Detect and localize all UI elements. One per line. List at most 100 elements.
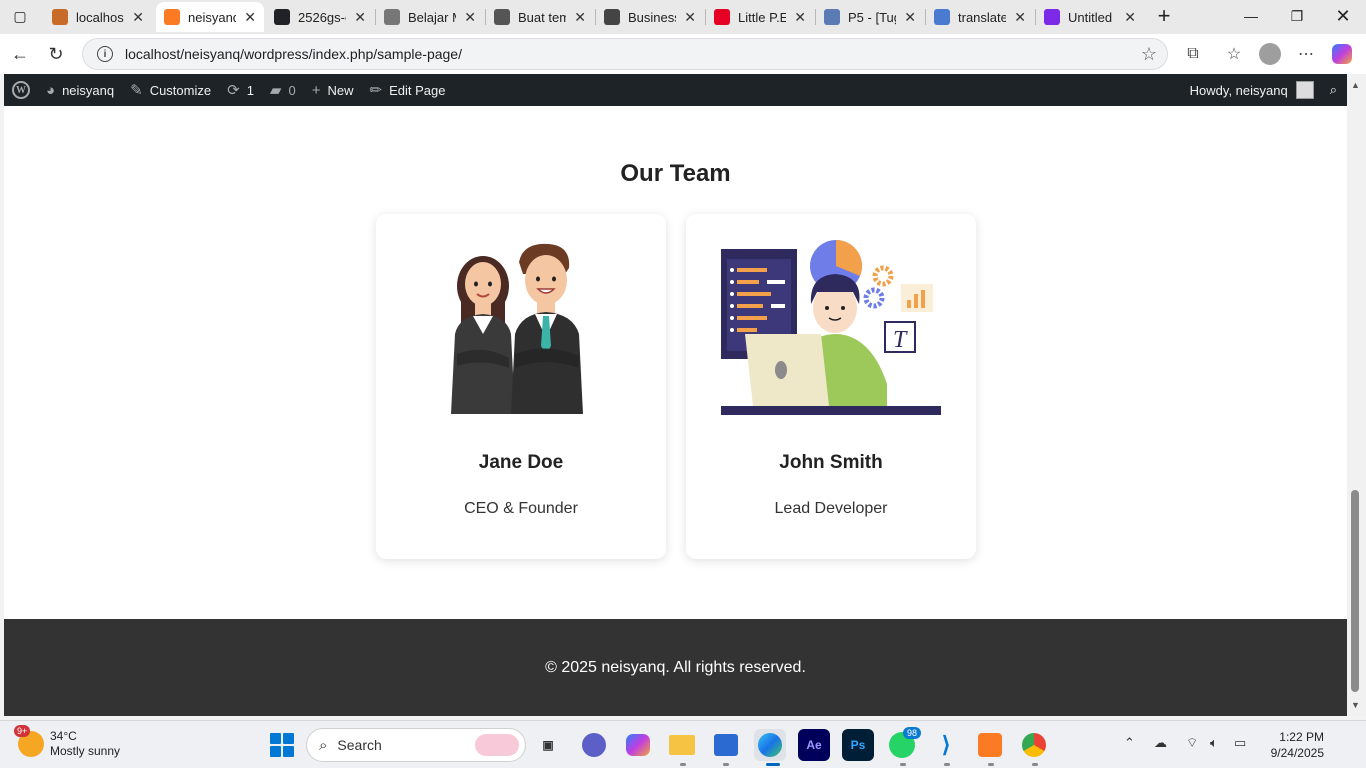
tab-close-icon[interactable]: ✕ <box>464 9 476 26</box>
copilot-app-icon[interactable] <box>622 729 654 761</box>
wordpress-logo-icon[interactable]: W <box>12 81 30 99</box>
browser-tab[interactable]: Little P.Er ✕ <box>706 2 814 32</box>
profile-avatar-icon[interactable] <box>1258 42 1282 66</box>
restore-button[interactable]: ❐ <box>1274 0 1320 32</box>
store-icon[interactable] <box>710 729 742 761</box>
browser-tab[interactable]: localhost ✕ <box>44 2 152 32</box>
scroll-down-icon[interactable]: ▼ <box>1351 700 1360 710</box>
tab-close-icon[interactable]: ✕ <box>1124 9 1136 26</box>
wp-site-name[interactable]: ◕ neisyanq <box>38 74 122 106</box>
tab-close-icon[interactable]: ✕ <box>904 9 916 26</box>
browser-tab[interactable]: Untitled d ✕ <box>1036 2 1144 32</box>
meet-app-icon[interactable] <box>578 729 610 761</box>
wifi-icon[interactable]: ⌔ <box>1186 735 1198 751</box>
wp-updates[interactable]: ⟳ 1 <box>219 74 262 106</box>
xampp-icon <box>164 9 180 25</box>
wp-admin-bar: W ◕ neisyanq ✎ Customize ⟳ 1 ▰ 0 + New ✏ Edit … <box>4 74 1347 106</box>
weather-badge: 9+ <box>14 725 31 737</box>
search-icon: ⌕ <box>319 736 328 754</box>
pinterest-icon <box>714 9 730 25</box>
browser-tab[interactable]: neisyanq ✕ <box>156 2 264 32</box>
tab-close-icon[interactable]: ✕ <box>354 9 366 26</box>
browser-tab[interactable]: Belajar M ✕ <box>376 2 484 32</box>
task-view-icon[interactable]: ▣ <box>532 729 564 761</box>
search-label: Search <box>337 737 382 753</box>
browser-tab[interactable]: 2526gs-c ✕ <box>266 2 374 32</box>
address-bar[interactable]: i localhost/neisyanq/wordpress/index.php… <box>82 38 1168 70</box>
chrome-icon[interactable] <box>1018 729 1050 761</box>
new-label: New <box>327 82 354 98</box>
browser-toolbar: ← ↻ i localhost/neisyanq/wordpress/index… <box>0 34 1366 74</box>
minimize-button[interactable]: — <box>1228 0 1274 32</box>
running-indicator <box>1032 763 1038 766</box>
start-button[interactable] <box>270 733 294 757</box>
wp-my-account[interactable]: Howdy, neisyanq <box>1182 74 1322 106</box>
vscode-icon[interactable]: ⟩ <box>930 729 962 761</box>
updates-icon: ⟳ <box>227 82 240 99</box>
tab-title: localhost <box>76 9 125 25</box>
avatar <box>1295 81 1314 99</box>
site-info-icon[interactable]: i <box>97 46 113 62</box>
member-role: Lead Developer <box>774 500 888 517</box>
wp-new[interactable]: + New <box>304 74 362 106</box>
whatsapp-badge: 98 <box>903 727 922 739</box>
tab-actions-icon[interactable]: ▢ <box>0 0 40 32</box>
github-icon <box>274 9 290 25</box>
volume-icon[interactable]: 🔈︎ <box>1210 735 1218 751</box>
tab-close-icon[interactable]: ✕ <box>132 9 144 26</box>
classroom-icon <box>824 9 840 25</box>
edge-icon[interactable] <box>754 729 786 761</box>
clock[interactable]: 1:22 PM 9/24/2025 <box>1262 729 1324 761</box>
taskbar-search[interactable]: ⌕ Search <box>306 728 526 762</box>
dashboard-icon: ◕ <box>46 81 56 99</box>
file-explorer-icon[interactable] <box>666 729 698 761</box>
new-tab-button[interactable]: + <box>1148 0 1180 32</box>
tab-title: Belajar M <box>408 9 456 25</box>
scrollbar-thumb[interactable] <box>1351 490 1359 692</box>
battery-icon[interactable]: ▭ <box>1234 735 1246 751</box>
comment-icon: ▰ <box>269 82 282 99</box>
tab-close-icon[interactable]: ✕ <box>574 9 586 26</box>
team-card-john: T John Smith Lead Developer <box>686 214 976 559</box>
tab-title: 2526gs-c <box>298 9 347 25</box>
after-effects-icon[interactable]: Ae <box>798 729 830 761</box>
wp-search-icon[interactable]: ⌕ <box>1322 74 1347 106</box>
back-button[interactable]: ← <box>6 40 34 68</box>
wp-customize[interactable]: ✎ Customize <box>122 74 219 106</box>
tab-close-icon[interactable]: ✕ <box>794 9 806 26</box>
face-icon <box>384 9 400 25</box>
clock-date: 9/24/2025 <box>1270 746 1324 760</box>
tab-title: Business <box>628 9 677 25</box>
copilot-icon[interactable] <box>1330 42 1354 66</box>
tab-title: translate <box>958 9 1007 25</box>
page-scrollbar[interactable]: ▲ ▼ <box>1347 74 1366 716</box>
wp-edit-page[interactable]: ✏ Edit Page <box>361 74 453 106</box>
tab-close-icon[interactable]: ✕ <box>684 9 696 26</box>
pencil-icon: ✏ <box>369 82 383 99</box>
tab-separator <box>485 9 486 25</box>
browser-tab[interactable]: Buat tem ✕ <box>486 2 594 32</box>
team-card-jane: Jane Doe CEO & Founder <box>376 214 666 559</box>
tab-close-icon[interactable]: ✕ <box>1014 9 1026 26</box>
browser-tab[interactable]: P5 - [Tug ✕ <box>816 2 924 32</box>
member-name: John Smith <box>779 452 883 473</box>
extensions-icon[interactable]: ⧉ <box>1181 42 1205 66</box>
wp-comments[interactable]: ▰ 0 <box>262 74 304 106</box>
scroll-up-icon[interactable]: ▲ <box>1351 80 1360 90</box>
photoshop-icon[interactable]: Ps <box>842 729 874 761</box>
cloud-sync-icon[interactable]: ☁ <box>1154 735 1167 751</box>
xampp-icon[interactable] <box>974 729 1006 761</box>
tab-title: Untitled d <box>1068 9 1116 25</box>
tab-title: Little P.Er <box>738 9 787 25</box>
tab-close-icon[interactable]: ✕ <box>244 9 256 26</box>
favorites-icon[interactable]: ☆ <box>1222 42 1246 66</box>
windows-taskbar: 9+ 34°C Mostly sunny ⌕ Search ▣ Ae Ps ⟩ … <box>0 720 1366 768</box>
browser-tab[interactable]: translate ✕ <box>926 2 1034 32</box>
more-menu-icon[interactable]: ⋯ <box>1294 42 1318 66</box>
tray-overflow-icon[interactable]: ⌃ <box>1124 735 1135 751</box>
browser-tab[interactable]: Business ✕ <box>596 2 704 32</box>
favorite-star-icon[interactable]: ☆ <box>1141 44 1157 65</box>
weather-widget[interactable]: 9+ 34°C Mostly sunny <box>14 725 120 759</box>
reload-button[interactable]: ↻ <box>42 40 70 68</box>
close-window-button[interactable]: ✕ <box>1320 0 1366 32</box>
